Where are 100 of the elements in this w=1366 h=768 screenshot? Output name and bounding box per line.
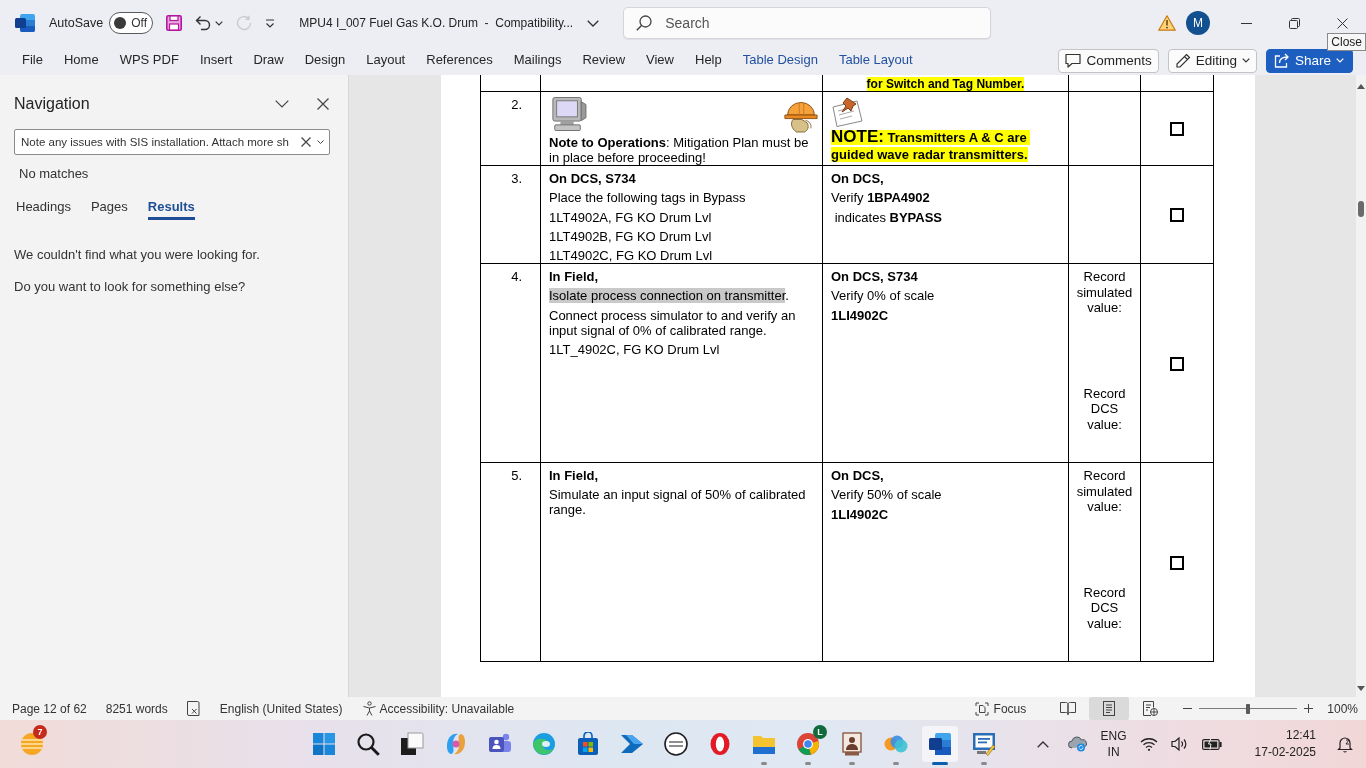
- portrait-frame-icon[interactable]: [840, 732, 864, 756]
- input-language[interactable]: ENG IN: [1100, 728, 1127, 760]
- chevron-arrow-icon[interactable]: [620, 732, 644, 756]
- autosave-toggle[interactable]: Off: [109, 12, 154, 34]
- search-field[interactable]: Note any issues with SIS installation. Attach more sh: [14, 129, 330, 155]
- task-view-icon[interactable]: [400, 732, 424, 756]
- scroll-up-icon[interactable]: [1357, 84, 1365, 89]
- ribbon-tab[interactable]: Insert: [199, 48, 233, 73]
- undo-icon[interactable]: [195, 15, 212, 31]
- customize-icon[interactable]: [265, 18, 276, 28]
- expected-heading: On DCS, S734: [831, 269, 919, 285]
- ribbon-tab[interactable]: WPS PDF: [119, 48, 179, 73]
- ribbon-tab[interactable]: Review: [582, 48, 626, 73]
- vertical-scrollbar[interactable]: [1356, 75, 1366, 697]
- zoom-in-icon[interactable]: [1304, 704, 1314, 713]
- proofing-icon[interactable]: [186, 701, 200, 716]
- record-label: Record simulated value:: [1075, 269, 1134, 316]
- chevron-down-icon[interactable]: [587, 19, 600, 27]
- ribbon-tab[interactable]: Table Layout: [838, 48, 913, 73]
- word-count[interactable]: 8251 words: [105, 701, 168, 716]
- wave-icon[interactable]: [532, 732, 556, 756]
- close-icon[interactable]: [1336, 17, 1348, 29]
- pinned-note-icon: [831, 97, 865, 127]
- comment-icon: [1065, 53, 1082, 68]
- checkbox[interactable]: [1170, 356, 1184, 371]
- chevron-up-icon[interactable]: [1036, 740, 1049, 748]
- bell-icon[interactable]: [1337, 735, 1353, 753]
- search-box[interactable]: Search: [623, 7, 992, 39]
- ribbon-tab[interactable]: View: [646, 48, 674, 73]
- language-status[interactable]: English (United States): [219, 701, 343, 716]
- pane-tab[interactable]: Pages: [90, 196, 128, 220]
- accessibility-status[interactable]: Accessibility: Unavailable: [379, 701, 515, 716]
- share-button[interactable]: Share: [1265, 48, 1353, 73]
- clear-icon[interactable]: [301, 137, 311, 147]
- caret-icon[interactable]: [317, 140, 324, 144]
- ribbon-tab[interactable]: Home: [63, 48, 99, 73]
- running-indicator: [849, 762, 855, 765]
- pencil-icon: [1174, 52, 1191, 69]
- save-icon[interactable]: [166, 15, 183, 31]
- step-number: 4.: [511, 269, 522, 285]
- shopping-bag-icon[interactable]: [576, 732, 600, 756]
- ribbon-tab[interactable]: References: [426, 48, 493, 73]
- checkbox[interactable]: [1170, 122, 1184, 137]
- step-number: 5.: [511, 468, 522, 484]
- wifi-icon[interactable]: [1139, 737, 1158, 751]
- autosave-label: AutoSave: [49, 16, 104, 30]
- caret-icon: [1336, 58, 1344, 63]
- o-ring-icon[interactable]: [708, 732, 732, 756]
- scrollbar-thumb[interactable]: [1358, 201, 1364, 217]
- record-label: Record simulated value:: [1075, 468, 1134, 515]
- close-icon[interactable]: [317, 98, 329, 110]
- accessibility-icon[interactable]: [361, 701, 377, 716]
- running-indicator: [932, 762, 948, 765]
- step-heading: In Field,: [549, 468, 600, 484]
- expected-heading: On DCS,: [831, 468, 885, 484]
- ribbon-tab[interactable]: Layout: [366, 48, 406, 73]
- warning-icon[interactable]: [1158, 15, 1176, 31]
- search-icon[interactable]: [356, 732, 380, 756]
- step-text: Simulate an input signal of 50% of calibrated range.: [549, 487, 807, 518]
- ribbon-tab[interactable]: Mailings: [513, 48, 562, 73]
- pane-title: Navigation: [14, 95, 90, 113]
- document-title[interactable]: MPU4 I_007 Fuel Gas K.O. Drum - Compatibility...: [299, 16, 574, 30]
- ribbon-tab[interactable]: Help: [695, 48, 722, 73]
- start-icon[interactable]: [312, 732, 336, 756]
- page-count[interactable]: Page 12 of 62: [12, 701, 87, 716]
- zoom-level[interactable]: 100%: [1327, 701, 1358, 716]
- speaker-icon[interactable]: [1170, 737, 1189, 751]
- checkbox[interactable]: [1170, 555, 1184, 570]
- ribbon-tab[interactable]: File: [22, 48, 43, 73]
- round-logo-icon[interactable]: [796, 732, 820, 756]
- clock[interactable]: 12:41 17-02-2025: [1254, 727, 1316, 761]
- expected-text: Verify 0% of scale: [831, 288, 936, 304]
- caret-icon[interactable]: [215, 20, 224, 26]
- chevron-down-icon[interactable]: [275, 100, 289, 108]
- ribbon-tab[interactable]: Draw: [253, 48, 284, 73]
- editing-dropdown[interactable]: Editing: [1167, 48, 1257, 73]
- ribbon-tab[interactable]: Design: [304, 48, 346, 73]
- expected-text: indicates BYPASS: [833, 209, 944, 225]
- results-message: Do you want to look for something else?: [14, 279, 247, 295]
- comments-button[interactable]: Comments: [1058, 48, 1159, 73]
- checkbox[interactable]: [1170, 208, 1184, 223]
- account-badge: L: [813, 725, 827, 739]
- pane-tab[interactable]: Headings: [16, 196, 71, 220]
- restore-icon[interactable]: [1288, 17, 1300, 29]
- document-icon[interactable]: [922, 726, 958, 762]
- focus-button[interactable]: Focus: [974, 701, 1027, 716]
- account-avatar[interactable]: M: [1186, 11, 1210, 35]
- cloud-sync-icon[interactable]: [1067, 736, 1088, 752]
- step-heading: In Field,: [549, 269, 600, 285]
- swirl-icon[interactable]: [444, 732, 468, 756]
- screen-pencil-icon[interactable]: [972, 732, 996, 756]
- minimize-icon[interactable]: [1240, 22, 1252, 24]
- slider-thumb[interactable]: [1246, 703, 1251, 714]
- record-label: Record DCS value:: [1082, 385, 1127, 433]
- ring-logo-icon[interactable]: [664, 732, 688, 756]
- scroll-down-icon[interactable]: [1357, 686, 1365, 691]
- print-layout-icon[interactable]: [1089, 697, 1130, 720]
- battery-icon[interactable]: [1201, 738, 1222, 750]
- pane-tab[interactable]: Results: [147, 196, 195, 220]
- ribbon-tab[interactable]: Table Design: [742, 48, 818, 73]
